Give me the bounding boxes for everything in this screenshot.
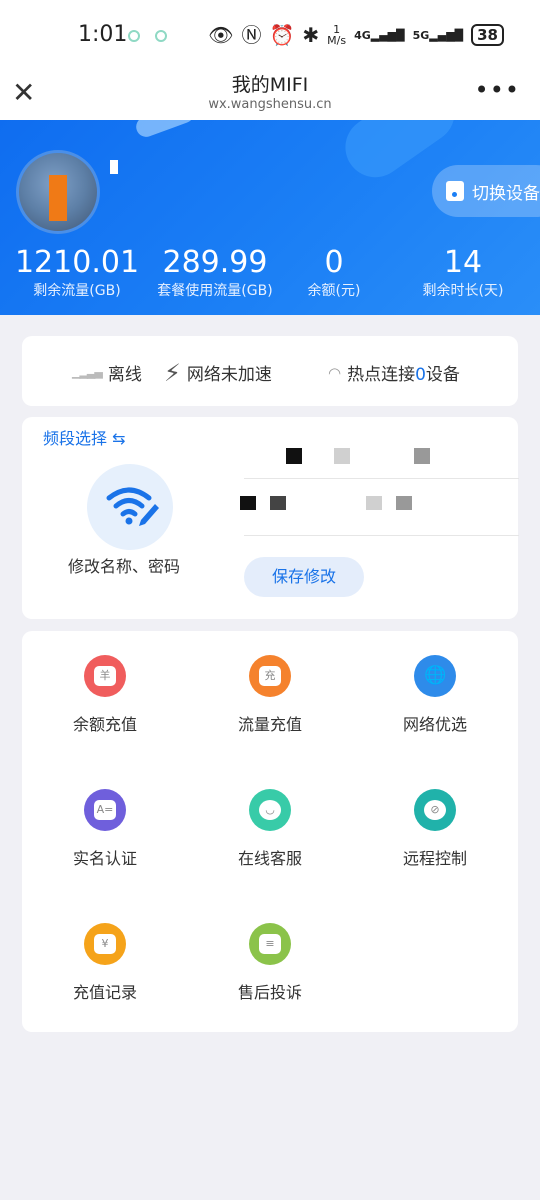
stat-remaining-data: 1210.01 剩余流量(GB)	[14, 245, 140, 299]
redacted	[334, 448, 350, 464]
page-title: 我的MIFI	[231, 74, 309, 96]
password-field[interactable]	[244, 535, 519, 536]
stat-balance: 0 余额(元)	[307, 245, 361, 299]
offline-status: ▁▂▃▄ 离线	[72, 365, 142, 385]
wifi-edit-icon	[106, 487, 159, 526]
status-time: 1:01	[78, 22, 128, 47]
device-status-card: ▁▂▃▄ 离线 ⚡ 网络未加速 ◠ 热点连接0设备	[22, 336, 518, 406]
signal-icon: ▁▂▃▄	[72, 366, 103, 379]
wifi-icon: ◠	[328, 363, 342, 382]
link-icon: ⊘	[414, 789, 456, 831]
lightning-icon: ⚡	[164, 358, 181, 387]
redacted	[366, 496, 382, 510]
notification-icon	[155, 30, 167, 42]
service-online-support[interactable]: ◡ 在线客服	[187, 789, 353, 869]
service-network-optimize[interactable]: 🌐 网络优选	[352, 655, 518, 735]
data-recharge-icon: 充	[249, 655, 291, 697]
sim1-signal: 4G▂▄▆█	[354, 28, 405, 42]
service-complaint[interactable]: ≡ 售后投诉	[187, 923, 353, 1003]
decoration	[133, 120, 197, 140]
more-icon[interactable]: •••	[475, 76, 520, 104]
band-select-link[interactable]: 频段选择 ⇆	[43, 425, 126, 449]
globe-icon: 🌐	[414, 655, 456, 697]
status-icons: 👁 Ⓝ ⏰ ✱ 1 M/s 4G▂▄▆█ 5G▂▄▆█ 38	[208, 24, 504, 46]
stat-remaining-days: 14 剩余时长(天)	[422, 245, 504, 299]
service-balance-recharge[interactable]: 羊 余额充值	[22, 655, 188, 735]
edit-name-password-label: 修改名称、密码	[68, 557, 181, 576]
sim2-signal: 5G▂▄▆█	[412, 28, 464, 42]
net-speed: 1 M/s	[327, 23, 347, 47]
redacted	[414, 448, 430, 464]
redacted	[286, 448, 302, 464]
nav-bar: ✕ 我的MIFI wx.wangshensu.cn •••	[0, 70, 540, 120]
redacted	[396, 496, 412, 510]
account-header: 切换设备 1210.01 剩余流量(GB) 289.99 套餐使用流量(GB) …	[0, 120, 540, 315]
username-redacted	[110, 160, 118, 174]
avatar[interactable]	[16, 150, 100, 234]
switch-device-label: 切换设备	[472, 183, 540, 204]
acceleration-status: ⚡ 网络未加速	[164, 358, 272, 387]
eye-icon: 👁	[208, 23, 234, 47]
message-icon: ≡	[249, 923, 291, 965]
hotspot-count: 0	[415, 365, 426, 385]
notification-icon	[128, 30, 140, 42]
services-grid: 羊 余额充值 充 流量充值 🌐 网络优选 A= 实名认证 ◡ 在线客服 ⊘ 远程…	[22, 631, 518, 1032]
wifi-edit-button[interactable]	[87, 464, 173, 550]
status-bar: 1:01 👁 Ⓝ ⏰ ✱ 1 M/s 4G▂▄▆█ 5G▂▄▆█ 38	[0, 0, 540, 70]
id-card-icon: A=	[84, 789, 126, 831]
chat-icon: ◡	[249, 789, 291, 831]
alarm-icon: ⏰	[269, 23, 295, 47]
nfc-icon: Ⓝ	[241, 23, 262, 47]
page-subtitle: wx.wangshensu.cn	[208, 97, 332, 112]
stat-used-data: 289.99 套餐使用流量(GB)	[157, 245, 273, 299]
wifi-settings-card: 频段选择 ⇆ 修改名称、密码 保存修改	[22, 417, 519, 619]
service-data-recharge[interactable]: 充 流量充值	[187, 655, 353, 735]
service-real-name[interactable]: A= 实名认证	[22, 789, 188, 869]
service-remote-control[interactable]: ⊘ 远程控制	[352, 789, 518, 869]
clipboard-icon: ¥	[84, 923, 126, 965]
redacted	[270, 496, 286, 510]
balance-recharge-icon: 羊	[84, 655, 126, 697]
hotspot-status: ◠ 热点连接0设备	[328, 363, 460, 386]
save-button[interactable]: 保存修改	[244, 557, 364, 597]
switch-device-button[interactable]: 切换设备	[432, 165, 540, 217]
service-recharge-history[interactable]: ¥ 充值记录	[22, 923, 188, 1003]
bluetooth-icon: ✱	[302, 23, 320, 47]
redacted	[240, 496, 256, 510]
battery-icon: 38	[471, 24, 504, 46]
ssid-field[interactable]	[244, 478, 519, 479]
device-icon	[446, 181, 464, 201]
